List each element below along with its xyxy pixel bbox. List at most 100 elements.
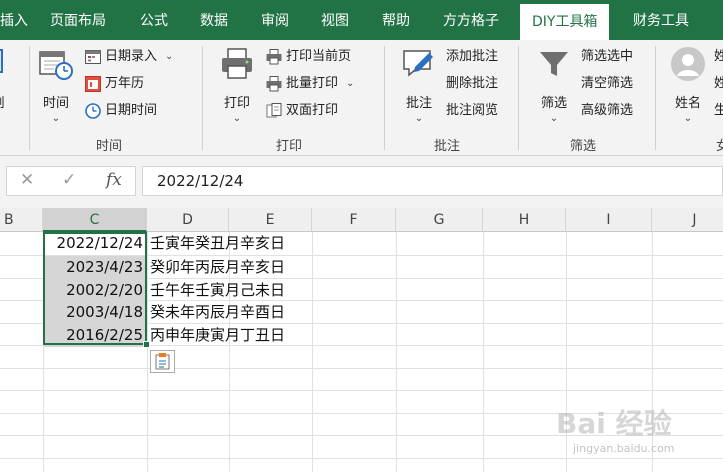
add-comment-label: 添加批注 <box>446 49 499 64</box>
name-button[interactable]: 姓名 ⌄ <box>667 46 709 124</box>
tab-review[interactable]: 审阅 <box>261 0 289 40</box>
column-header-d[interactable]: D <box>147 208 229 232</box>
grid-line <box>0 390 723 391</box>
printer-icon <box>222 48 252 79</box>
funnel-icon <box>540 52 568 76</box>
tab-data[interactable]: 数据 <box>200 0 228 40</box>
filter-selected-button[interactable]: 筛选选中 <box>581 46 633 68</box>
partial-button-left[interactable]: 副 <box>0 46 10 111</box>
group-label-print: 打印 <box>276 139 303 154</box>
grid-line <box>0 368 723 369</box>
group-separator <box>202 46 203 150</box>
group-separator <box>29 46 30 150</box>
advanced-filter-button[interactable]: 高级筛选 <box>581 100 633 122</box>
grid-line <box>483 232 484 472</box>
clock-icon <box>85 103 101 119</box>
batch-printer-icon <box>266 76 282 92</box>
group-label-filter: 筛选 <box>570 139 597 154</box>
datetime-button[interactable]: 日期时间 <box>84 100 157 122</box>
chevron-down-icon: ⌄ <box>346 78 355 89</box>
column-header-e[interactable]: E <box>229 208 312 232</box>
cell-d1[interactable]: 壬寅年癸丑月辛亥日 <box>150 232 285 255</box>
grid-line <box>312 232 313 472</box>
filter-selected-label: 筛选选中 <box>581 49 634 64</box>
tab-view[interactable]: 视图 <box>321 0 349 40</box>
tab-page-layout[interactable]: 页面布局 <box>50 0 106 40</box>
cell-d3[interactable]: 壬午年壬寅月己未日 <box>150 279 285 302</box>
group-separator <box>518 46 519 150</box>
column-header-h[interactable]: H <box>483 208 566 232</box>
tab-formulas[interactable]: 公式 <box>140 0 168 40</box>
cell-d4[interactable]: 癸未年丙辰月辛酉日 <box>150 301 285 324</box>
add-comment-button[interactable]: 添加批注 <box>446 46 498 68</box>
time-button-label: 时间 <box>42 96 69 111</box>
fill-handle[interactable] <box>143 341 150 348</box>
formula-input[interactable]: 2022/12/24 <box>142 166 723 196</box>
cell-c5[interactable]: 2016/2/25 <box>44 324 147 347</box>
delete-comment-button[interactable]: 删除批注 <box>446 73 498 95</box>
column-header-g[interactable]: G <box>396 208 483 232</box>
cell-c4[interactable]: 2003/4/18 <box>44 301 147 324</box>
tab-fangfang[interactable]: 方方格子 <box>443 0 499 40</box>
grid-line <box>0 458 723 459</box>
chevron-down-icon: ⌄ <box>232 113 242 124</box>
tab-finance-tools[interactable]: 财务工具 <box>633 0 689 40</box>
perpetual-calendar-label: 万年历 <box>105 76 145 91</box>
printer-small-icon <box>266 49 282 65</box>
column-header-c[interactable]: C <box>43 208 147 232</box>
name-item-partial[interactable]: 姓 <box>714 73 723 95</box>
paste-options-icon <box>155 353 170 370</box>
tab-insert[interactable]: 插入 <box>0 0 28 40</box>
cell-c2[interactable]: 2023/4/23 <box>44 256 147 279</box>
filter-button-label: 筛选 <box>540 96 567 111</box>
calendar-clock-icon <box>39 51 73 80</box>
time-button[interactable]: 时间 ⌄ <box>35 46 77 124</box>
name-item-partial[interactable]: 姓 <box>714 46 723 68</box>
view-comments-button[interactable]: 批注阅览 <box>446 100 498 122</box>
cell-d5[interactable]: 丙申年庚寅月丁丑日 <box>150 324 285 347</box>
filter-button[interactable]: 筛选 ⌄ <box>533 46 575 124</box>
chevron-down-icon: ⌄ <box>683 113 693 124</box>
ribbon-panel: 副 时间 ⌄ 日期录入 ⌄ 万年历 <box>0 40 723 156</box>
name-item-partial[interactable]: 生 <box>714 100 723 122</box>
perpetual-calendar-button[interactable]: 万年历 <box>84 73 144 95</box>
chevron-down-icon: ⌄ <box>165 51 174 62</box>
clear-filter-button[interactable]: 清空筛选 <box>581 73 633 95</box>
group-separator <box>384 46 385 150</box>
paste-options-button[interactable] <box>150 350 175 373</box>
cell-d2[interactable]: 癸卯年丙辰月辛亥日 <box>150 256 285 279</box>
date-entry-label: 日期录入 <box>105 49 158 64</box>
duplex-print-label: 双面打印 <box>286 103 339 118</box>
group-label-time: 时间 <box>96 139 123 154</box>
view-comments-label: 批注阅览 <box>446 103 499 118</box>
date-entry-button[interactable]: 日期录入 ⌄ <box>84 46 173 68</box>
column-header-f[interactable]: F <box>312 208 396 232</box>
chevron-down-icon: ⌄ <box>414 113 424 124</box>
column-header-i[interactable]: I <box>566 208 652 232</box>
column-header-b[interactable]: B <box>0 208 43 232</box>
cancel-icon[interactable]: ✕ <box>20 170 34 190</box>
perpetual-calendar-icon <box>85 76 101 92</box>
enter-icon[interactable]: ✓ <box>62 170 76 190</box>
comment-button[interactable]: 批注 ⌄ <box>398 46 440 124</box>
partial-icon <box>0 49 3 73</box>
partial-left-label: 副 <box>0 92 10 111</box>
duplex-print-button[interactable]: 双面打印 <box>265 100 338 122</box>
chevron-down-icon: ⌄ <box>549 113 559 124</box>
calendar-icon <box>85 50 101 64</box>
function-icon[interactable]: fx <box>106 170 122 190</box>
print-button[interactable]: 打印 ⌄ <box>216 46 258 124</box>
watermark-logo: Bai 经验 <box>556 407 672 440</box>
print-current-page-button[interactable]: 打印当前页 <box>265 46 351 68</box>
cell-c3[interactable]: 2002/2/20 <box>44 279 147 302</box>
user-avatar-icon <box>671 47 705 81</box>
cell-c1[interactable]: 2022/12/24 <box>44 232 147 255</box>
datetime-label: 日期时间 <box>105 103 158 118</box>
tab-help[interactable]: 帮助 <box>382 0 410 40</box>
name-button-label: 姓名 <box>674 96 701 111</box>
column-header-j[interactable]: J <box>652 208 723 232</box>
group-label-name-partial: 女 <box>716 139 723 154</box>
advanced-filter-label: 高级筛选 <box>581 103 634 118</box>
tab-diy-toolbox[interactable]: DIY工具箱 <box>520 4 610 40</box>
batch-print-button[interactable]: 批量打印 ⌄ <box>265 73 354 95</box>
